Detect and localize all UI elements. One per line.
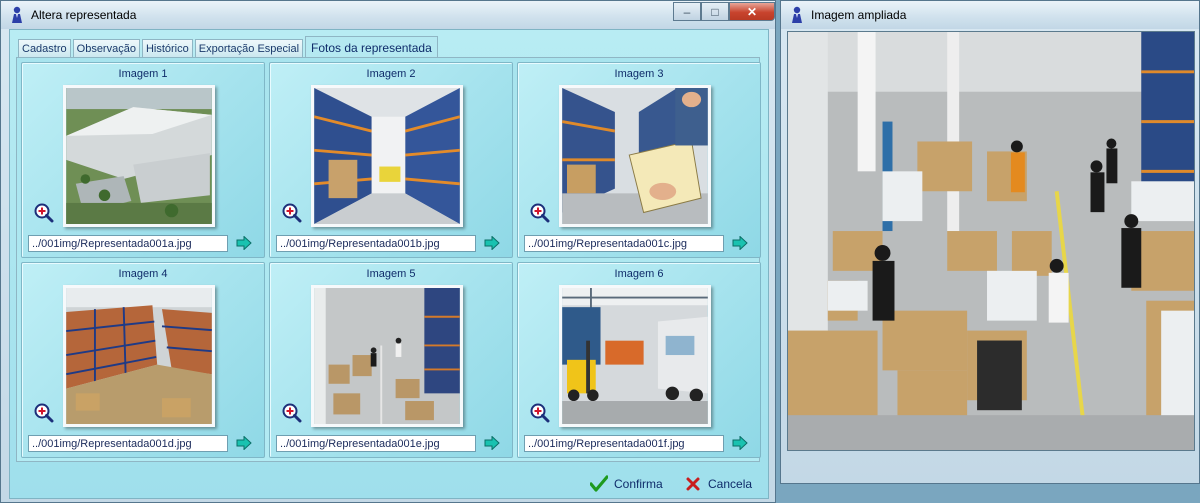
zoom-in-icon[interactable] <box>530 403 550 423</box>
arrow-right-icon[interactable] <box>732 436 748 450</box>
image-path-input-3[interactable] <box>524 235 724 252</box>
image-thumbnail-6[interactable] <box>559 285 711 427</box>
tab-fotos-da-representada[interactable]: Fotos da representada <box>305 36 438 58</box>
image-title: Imagem 1 <box>118 68 168 80</box>
image-thumbnail-2[interactable] <box>311 85 463 227</box>
window-controls: – □ ✕ <box>673 2 775 21</box>
image-title: Imagem 5 <box>366 268 416 280</box>
image-cell-2: Imagem 2 <box>269 62 513 258</box>
tab-observacao[interactable]: Observação <box>72 39 140 58</box>
close-button[interactable]: ✕ <box>729 2 775 21</box>
image-cell-5: Imagem 5 <box>269 262 513 458</box>
forklift-truck-photo <box>562 288 708 424</box>
main-window: Altera representada – □ ✕ Cadastro Obser… <box>0 0 776 503</box>
zoom-titlebar[interactable]: Imagem ampliada <box>781 1 1199 29</box>
enlarged-warehouse-photo <box>788 32 1194 450</box>
image-thumbnail-4[interactable] <box>63 285 215 427</box>
zoom-window: Imagem ampliada <box>780 0 1200 484</box>
image-path-input-2[interactable] <box>276 235 476 252</box>
main-client-area: Cadastro Observação Histórico Exportação… <box>9 29 769 499</box>
x-cancel-icon <box>686 477 700 491</box>
zoom-window-title: Imagem ampliada <box>811 8 907 22</box>
zoom-in-icon[interactable] <box>282 203 302 223</box>
tab-historico[interactable]: Histórico <box>141 39 193 58</box>
cancel-button-label: Cancela <box>708 477 753 491</box>
image-thumbnail-5[interactable] <box>311 285 463 427</box>
image-title: Imagem 4 <box>118 268 168 280</box>
main-window-title: Altera representada <box>31 8 137 22</box>
rack-aisle-photo <box>314 88 460 224</box>
enlarged-image <box>787 31 1195 451</box>
clipboard-aisle-photo <box>562 88 708 224</box>
photos-tab-panel: Imagem 1 ../001img/Representada001a.jpg … <box>16 57 761 462</box>
confirm-button-label: Confirma <box>614 477 663 491</box>
image-cell-6: Imagem 6 <box>517 262 761 458</box>
image-title: Imagem 2 <box>366 68 416 80</box>
image-thumbnail-3[interactable] <box>559 85 711 227</box>
arrow-right-icon[interactable] <box>484 236 500 250</box>
workers-floor-photo <box>314 288 460 424</box>
image-path-input-4[interactable] <box>28 435 228 452</box>
minimize-button[interactable]: – <box>673 2 701 21</box>
tab-strip: Cadastro Observação Histórico Exportação… <box>18 36 440 58</box>
high-racks-photo <box>66 288 212 424</box>
app-person-icon <box>792 6 802 23</box>
cancel-button[interactable]: Cancela <box>684 474 752 494</box>
aerial-warehouse-photo <box>66 88 212 224</box>
image-path-input-5[interactable] <box>276 435 476 452</box>
app-person-icon <box>12 6 22 23</box>
maximize-button[interactable]: □ <box>701 2 729 21</box>
arrow-right-icon[interactable] <box>236 236 252 250</box>
image-cell-1: Imagem 1 <box>21 62 265 258</box>
arrow-right-icon[interactable] <box>732 236 748 250</box>
checkmark-icon <box>590 475 608 492</box>
zoom-in-icon[interactable] <box>282 403 302 423</box>
zoom-in-icon[interactable] <box>34 403 54 423</box>
image-cell-3: Imagem 3 <box>517 62 761 258</box>
main-titlebar[interactable]: Altera representada – □ ✕ <box>1 1 775 29</box>
image-thumbnail-1[interactable] <box>63 85 215 227</box>
zoom-in-icon[interactable] <box>530 203 550 223</box>
image-title: Imagem 3 <box>614 68 664 80</box>
image-path-input-1[interactable] <box>28 235 228 252</box>
confirm-button[interactable]: Confirma <box>590 474 663 494</box>
image-title: Imagem 6 <box>614 268 664 280</box>
image-path-input-6[interactable] <box>524 435 724 452</box>
arrow-right-icon[interactable] <box>236 436 252 450</box>
zoom-in-icon[interactable] <box>34 203 54 223</box>
arrow-right-icon[interactable] <box>484 436 500 450</box>
image-cell-4: Imagem 4 <box>21 262 265 458</box>
tab-exportacao-especial[interactable]: Exportação Especial <box>194 39 304 58</box>
tab-cadastro[interactable]: Cadastro <box>18 39 71 58</box>
